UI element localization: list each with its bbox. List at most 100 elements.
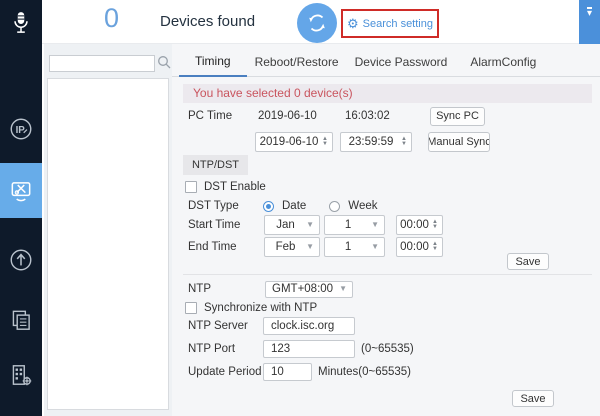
start-clock-value: 00:00 [400,219,429,231]
update-period-row: Update Period Minutes(0~65535) [188,363,411,381]
tab-alarm-config[interactable]: AlarmConfig [462,55,544,77]
copy-files-icon [12,310,30,330]
window-controls: ▾ – ✕ [579,0,600,44]
dst-enable-checkbox[interactable] [185,181,197,193]
end-clock-spinner[interactable]: 00:00 ▲ ▼ [396,237,443,257]
date-stepper-icon[interactable]: ▲ ▼ [322,136,328,147]
search-icon[interactable] [157,55,171,74]
start-time-row: Start Time Jan ▼ 1 ▼ 00:00 ▲ ▼ [188,215,443,235]
timezone-value: GMT+08:00 [272,283,334,295]
ntp-dst-section-header: NTP/DST [183,155,248,175]
tab-reboot-restore[interactable]: Reboot/Restore [247,55,347,77]
manual-date-spinner[interactable]: 2019-06-10 ▲ ▼ [255,132,333,152]
device-count: 0 [104,3,120,33]
timezone-select[interactable]: GMT+08:00 ▼ [265,280,353,298]
update-period-hint: Minutes(0~65535) [318,366,412,378]
sidebar-item-device-settings[interactable] [0,163,42,218]
update-period-label: Update Period [188,366,262,378]
chevron-down-icon: ▼ [306,220,314,229]
refresh-icon [309,14,325,32]
pc-time-label: PC Time [188,110,233,122]
dst-type-week-radio[interactable] [329,200,341,212]
start-month-value: Jan [276,219,295,231]
manual-sync-row: 2019-06-10 ▲ ▼ 23:59:59 ▲ ▼ Manual Sync [255,132,490,152]
sidebar-item-device-upgrade[interactable] [0,238,42,282]
refresh-button[interactable] [297,3,337,43]
device-list-panel [44,44,172,416]
manual-time-value: 23:59:59 [348,136,394,148]
manual-sync-button[interactable]: Manual Sync [428,132,490,152]
time-stepper-icon[interactable]: ▲ ▼ [432,219,438,230]
dst-type-week-label: Week [348,200,378,212]
update-period-input[interactable] [263,363,312,381]
selection-banner: You have selected 0 device(s) [183,84,592,103]
pc-clock-value: 16:03:02 [345,110,390,122]
collapse-window-button[interactable]: ▾ [587,7,593,19]
end-month-value: Feb [275,241,296,253]
end-clock-value: 00:00 [400,241,429,253]
svg-text:IP: IP [16,125,26,136]
chevron-down-icon: ▼ [339,284,347,293]
end-time-row: End Time Feb ▼ 1 ▼ 00:00 ▲ ▼ [188,237,443,257]
dst-save-button[interactable]: Save [507,253,549,270]
start-clock-spinner[interactable]: 00:00 ▲ ▼ [396,215,443,235]
chevron-down-icon: ▼ [371,242,379,251]
dst-enable-label: DST Enable [204,181,266,193]
end-day-value: 1 [344,241,352,253]
search-setting-label: Search setting [362,17,433,30]
ntp-label: NTP [188,283,211,295]
end-day-select[interactable]: 1 ▼ [324,237,385,257]
sync-ntp-row: Synchronize with NTP [185,301,317,315]
start-day-value: 1 [344,219,352,231]
ntp-port-hint: (0~65535) [361,343,414,355]
sync-ntp-checkbox[interactable] [185,302,197,314]
tab-bar: Timing Reboot/Restore Device Password Al… [172,44,600,77]
manual-time-spinner[interactable]: 23:59:59 ▲ ▼ [340,132,412,152]
start-time-label: Start Time [188,219,241,231]
pc-time-row: PC Time 2019-06-10 16:03:02 Sync PC [188,106,485,126]
sync-pc-button[interactable]: Sync PC [430,106,485,126]
building-gear-icon [12,365,32,386]
dst-type-date-label: Date [282,200,307,212]
ip-badge-icon: IP [10,118,32,140]
search-setting-button[interactable]: ⚙ Search setting [341,9,439,38]
top-bar: 0 Devices found ⚙ Search setting ▾ – ✕ [42,0,600,44]
tab-device-password[interactable]: Device Password [347,55,456,77]
device-search-input[interactable] [49,55,155,72]
time-stepper-icon[interactable]: ▲ ▼ [401,136,407,147]
tab-timing[interactable]: Timing [179,54,247,77]
microphone-icon [14,12,28,33]
sidebar-item-batch-template[interactable] [0,298,42,342]
device-list[interactable] [47,78,169,410]
main-content: Timing Reboot/Restore Device Password Al… [172,44,600,416]
end-time-label: End Time [188,241,237,253]
monitor-tools-icon [11,181,31,201]
dst-type-row: DST Type Date Week [188,199,378,213]
upgrade-arrow-icon [10,249,32,271]
ntp-server-input[interactable] [263,317,355,335]
pc-date-value: 2019-06-10 [258,110,317,122]
section-divider [183,274,592,275]
gear-icon: ⚙ [347,16,359,31]
sidebar-item-building-config[interactable] [0,353,42,397]
ntp-server-label: NTP Server [188,320,248,332]
sync-ntp-label: Synchronize with NTP [204,302,318,314]
ntp-save-button[interactable]: Save [512,390,554,407]
end-month-select[interactable]: Feb ▼ [264,237,320,257]
start-month-select[interactable]: Jan ▼ [264,215,320,235]
sidebar: IP [0,0,42,416]
chevron-down-icon: ▼ [306,242,314,251]
dst-enable-row: DST Enable [185,180,266,194]
ntp-port-row: NTP Port (0~65535) [188,340,414,358]
devices-found-label: Devices found [160,13,256,30]
time-stepper-icon[interactable]: ▲ ▼ [432,241,438,252]
ntp-port-label: NTP Port [188,343,236,355]
ntp-server-row: NTP Server [188,317,355,335]
dst-type-date-radio[interactable] [263,200,274,212]
sidebar-item-modify-ip[interactable]: IP [0,107,42,151]
start-day-select[interactable]: 1 ▼ [324,215,385,235]
ntp-port-input[interactable] [263,340,355,358]
dst-type-label: DST Type [188,200,239,212]
manual-date-value: 2019-06-10 [259,136,319,148]
ntp-row: NTP GMT+08:00 ▼ [188,280,353,298]
